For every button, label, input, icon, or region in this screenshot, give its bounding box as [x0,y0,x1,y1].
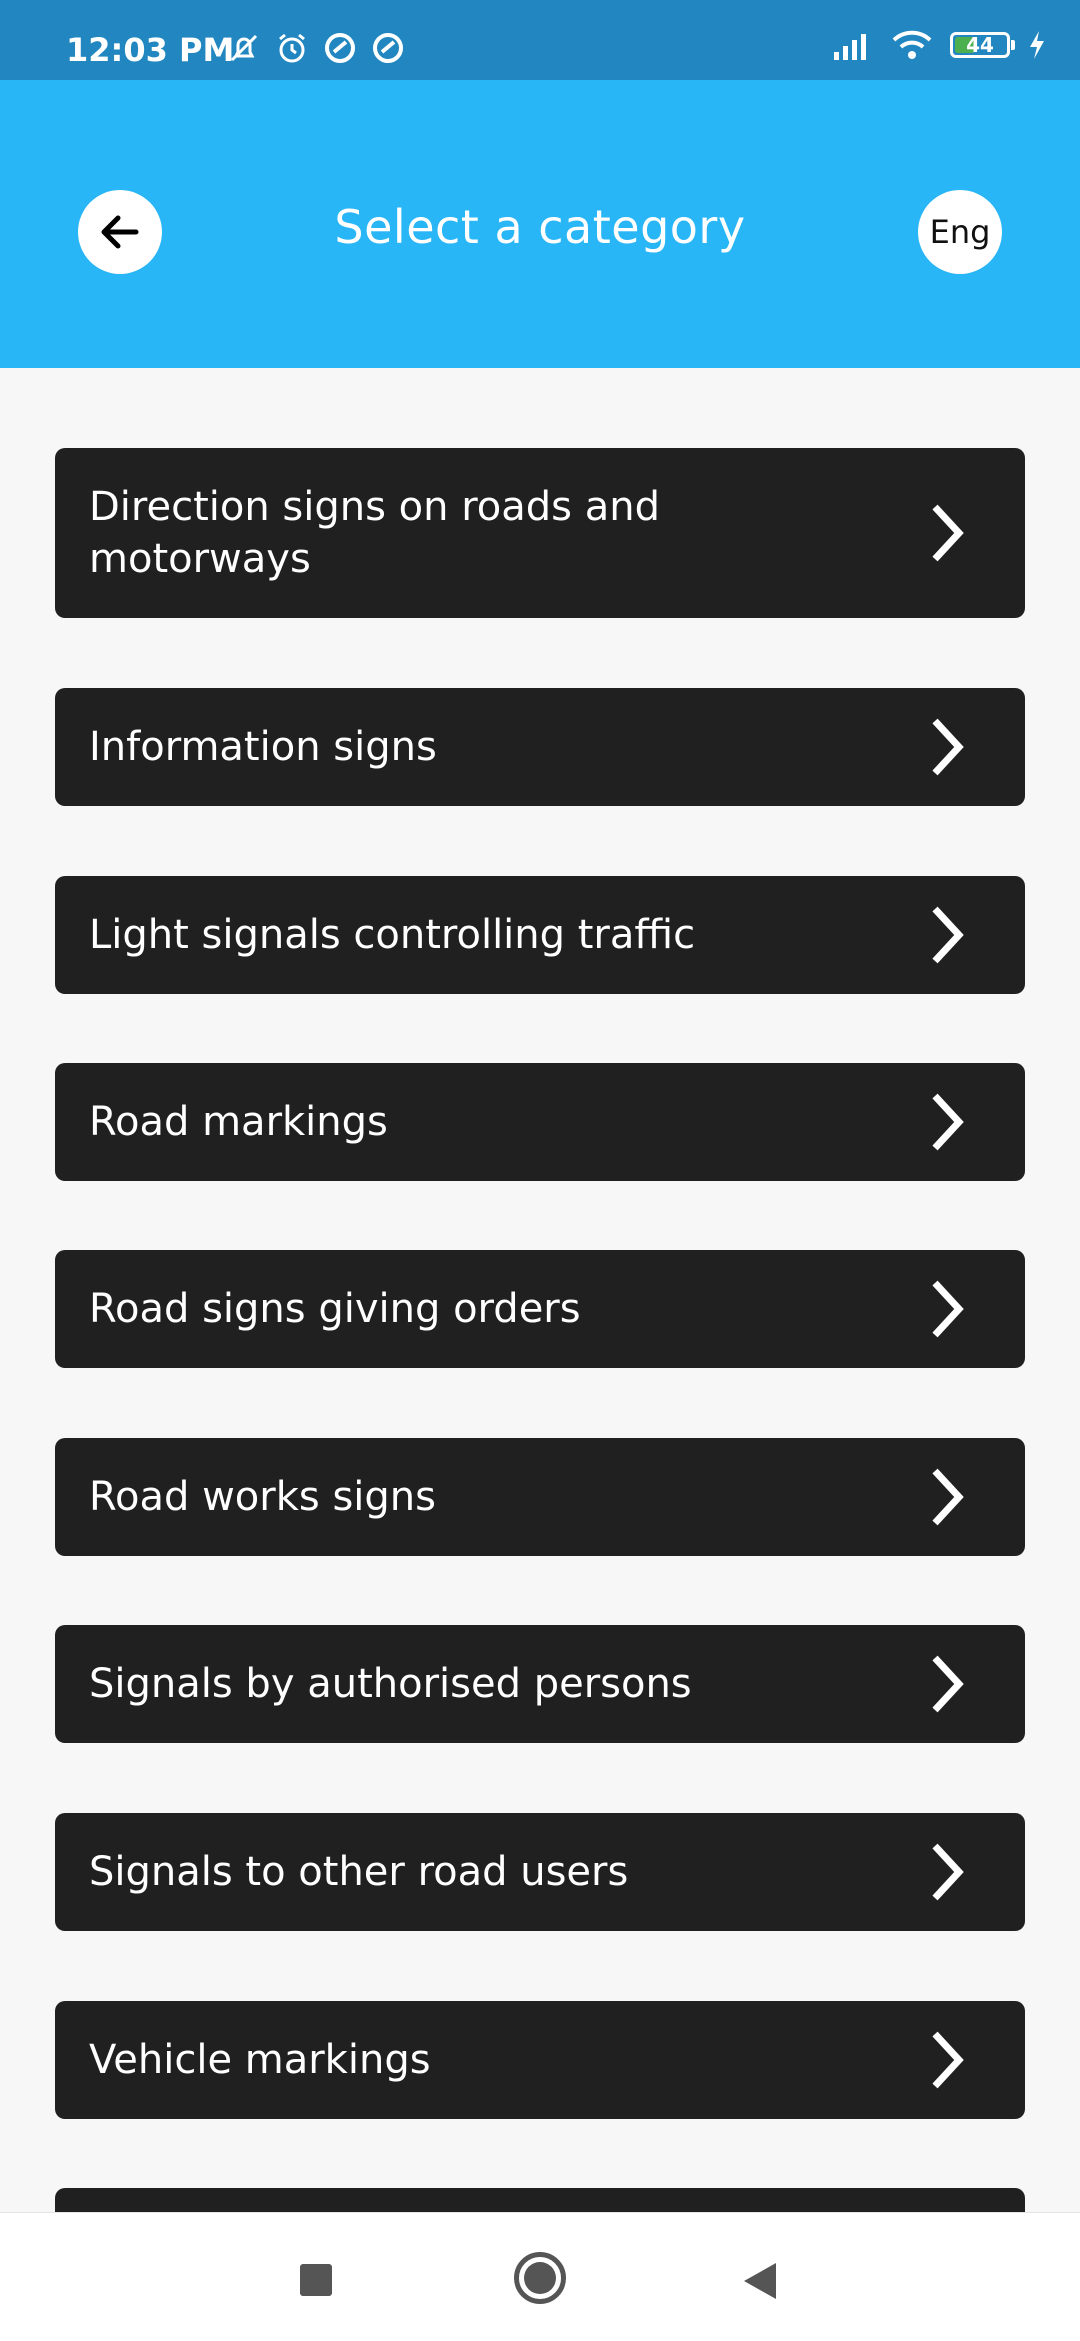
battery-icon: 44 [950,32,1015,58]
home-circle-inner [524,2262,556,2294]
category-label: Vehicle markings [89,2037,431,2083]
category-item[interactable]: Road signs giving orders [55,1250,1025,1368]
app-notification-icon [325,33,355,63]
battery-tip [1011,40,1015,50]
charging-icon [1030,31,1044,59]
category-item[interactable]: Information signs [55,688,1025,806]
category-label: Signals by authorised persons [89,1661,692,1707]
category-item[interactable]: Light signals controlling traffic [55,876,1025,994]
category-label: Direction signs on roads and motorways [89,484,660,582]
chevron-right-icon [932,1280,964,1338]
app-notification-icon [373,33,403,63]
home-circle-icon[interactable] [514,2252,566,2304]
chevron-right-icon [932,2031,964,2089]
status-time: 12:03 PM [66,31,235,69]
status-bar: 12:03 PM 44 [0,0,1080,80]
chevron-right-icon [932,1655,964,1713]
category-item[interactable]: Road markings [55,1063,1025,1181]
category-item[interactable]: Road works signs [55,1438,1025,1556]
chevron-right-icon [932,1843,964,1901]
chevron-right-icon [932,718,964,776]
battery-level: 44 [966,33,994,57]
chevron-right-icon [932,1468,964,1526]
alarm-icon [279,33,305,63]
system-nav-bar [0,2212,1080,2341]
category-label: Road markings [89,1099,388,1145]
chevron-right-icon [932,504,964,562]
wifi-icon [892,30,932,59]
signal-icon [834,34,866,60]
category-item[interactable]: Signals to other road users [55,1813,1025,1931]
recents-square-icon[interactable] [300,2264,332,2296]
category-item[interactable]: Direction signs on roads and motorways [55,448,1025,618]
category-label: Road works signs [89,1474,436,1520]
category-item[interactable]: Signals by authorised persons [55,1625,1025,1743]
back-triangle-icon[interactable] [742,2261,778,2301]
status-right-icons: 44 [832,30,1046,60]
notifications-muted-icon [230,34,258,62]
status-left-icons [226,30,406,66]
category-item[interactable]: Vehicle markings [55,2001,1025,2119]
chevron-right-icon [932,1093,964,1151]
category-label: Light signals controlling traffic [89,912,696,958]
chevron-right-icon [932,906,964,964]
category-label: Information signs [89,724,437,770]
category-label: Signals to other road users [89,1849,629,1895]
language-button[interactable]: Eng [918,190,1002,274]
category-label: Road signs giving orders [89,1286,581,1332]
